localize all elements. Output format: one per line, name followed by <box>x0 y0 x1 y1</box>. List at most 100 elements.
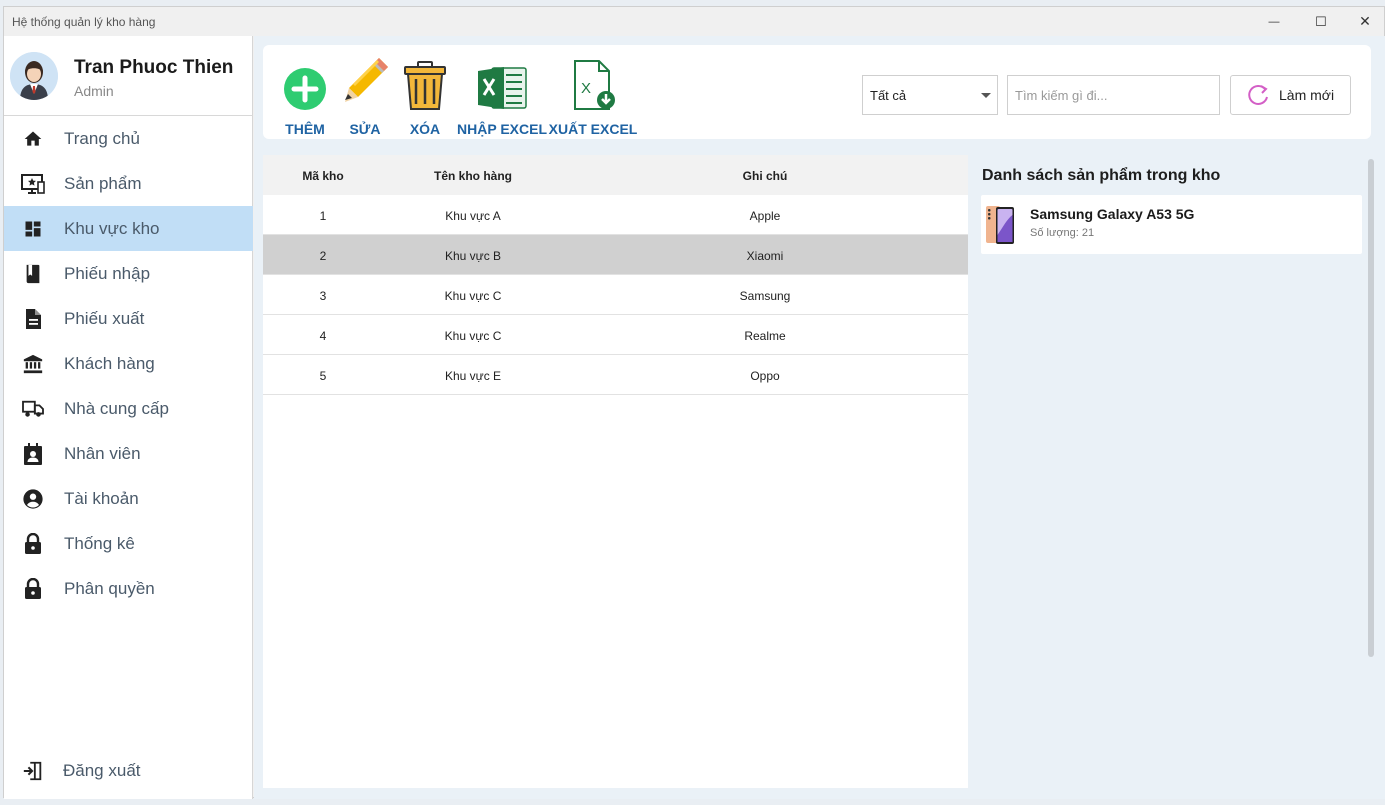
refresh-icon <box>1245 83 1271 107</box>
panel-scrollbar[interactable] <box>1368 159 1374 657</box>
sidebar-item-label: Nhân viên <box>64 443 141 463</box>
close-button[interactable]: ✕ <box>1343 7 1385 36</box>
chevron-down-icon <box>981 93 991 98</box>
title-bar: Hệ thống quản lý kho hàng — ☐ ✕ <box>4 7 1384 36</box>
sidebar-item-label: Trang chủ <box>64 128 140 148</box>
account-circle-icon <box>21 487 45 511</box>
cell-id: 2 <box>319 249 327 263</box>
cell-id: 4 <box>319 329 327 343</box>
filter-select[interactable]: Tất cả <box>862 75 998 115</box>
cell-name: Khu vực C <box>444 289 502 303</box>
sidebar-item-export-receipt[interactable]: Phiếu xuất <box>4 296 253 341</box>
delete-button[interactable]: XÓA <box>403 55 447 137</box>
truck-icon <box>21 397 45 421</box>
sidebar-item-label: Khách hàng <box>64 353 155 373</box>
delete-label: XÓA <box>409 121 441 137</box>
window-title: Hệ thống quản lý kho hàng <box>12 15 156 29</box>
column-header-id[interactable]: Mã kho <box>302 169 343 183</box>
column-header-name[interactable]: Tên kho hàng <box>434 169 512 183</box>
cell-note: Xiaomi <box>746 249 784 263</box>
pencil-icon <box>339 55 391 111</box>
sidebar-item-label: Thống kê <box>64 533 135 553</box>
cell-note: Oppo <box>750 369 780 383</box>
search-input[interactable]: Tìm kiếm gì đi... <box>1007 75 1220 115</box>
sidebar-item-customers[interactable]: Khách hàng <box>4 341 253 386</box>
svg-text:X: X <box>581 80 591 97</box>
export-excel-label: XUẤT EXCEL <box>548 121 638 137</box>
table-row[interactable]: 5 Khu vực E Oppo <box>263 355 968 395</box>
sidebar-item-label: Khu vực kho <box>64 218 160 238</box>
product-name: Samsung Galaxy A53 5G <box>1030 206 1195 222</box>
table-row[interactable]: 4 Khu vực C Realme <box>263 315 968 355</box>
cell-note: Apple <box>749 209 781 223</box>
sidebar-item-statistics[interactable]: Thống kê <box>4 521 253 566</box>
sidebar-item-label: Tài khoản <box>64 488 139 508</box>
bank-icon <box>21 352 45 376</box>
filter-select-value: Tất cả <box>870 88 907 103</box>
excel-export-icon: X <box>569 55 617 111</box>
dashboard-icon <box>21 217 45 241</box>
cell-name: Khu vực B <box>444 249 502 263</box>
trash-icon <box>404 55 446 111</box>
product-monitor-icon <box>21 172 45 196</box>
sidebar-item-employees[interactable]: Nhân viên <box>4 431 253 476</box>
add-label: THÊM <box>285 121 325 137</box>
table-row-selected[interactable]: 2 Khu vực B Xiaomi <box>263 235 968 275</box>
minimize-button[interactable]: — <box>1252 7 1296 36</box>
main-content: THÊM SỬA XÓA NHẬP EXCEL X XUẤT EXCEL Tất… <box>254 36 1385 799</box>
import-excel-button[interactable]: NHẬP EXCEL <box>457 55 547 137</box>
search-placeholder: Tìm kiếm gì đi... <box>1015 88 1108 103</box>
product-quantity: Số lượng: 21 <box>1030 227 1095 239</box>
sidebar: Tran Phuoc Thien Admin Trang chủ Sản phẩ… <box>4 36 253 799</box>
logout-label: Đăng xuất <box>63 760 141 780</box>
close-icon: ✕ <box>1359 13 1371 29</box>
table-header: Mã kho Tên kho hàng Ghi chú <box>263 155 968 195</box>
import-excel-label: NHẬP EXCEL <box>457 121 547 137</box>
logout-icon <box>21 759 45 783</box>
toolbar: THÊM SỬA XÓA NHẬP EXCEL X XUẤT EXCEL Tất… <box>263 45 1371 139</box>
user-role: Admin <box>74 83 114 99</box>
sidebar-item-accounts[interactable]: Tài khoản <box>4 476 253 521</box>
sidebar-item-label: Sản phẩm <box>64 173 142 193</box>
logout-button[interactable]: Đăng xuất <box>4 748 253 793</box>
sidebar-item-import-receipt[interactable]: Phiếu nhập <box>4 251 253 296</box>
lock-icon <box>21 532 45 556</box>
cell-name: Khu vực E <box>444 369 502 383</box>
cell-id: 5 <box>319 369 327 383</box>
export-excel-button[interactable]: X XUẤT EXCEL <box>549 55 637 137</box>
book-icon <box>21 262 45 286</box>
edit-label: SỬA <box>349 121 381 137</box>
sidebar-item-warehouse-area[interactable]: Khu vực kho <box>4 206 253 251</box>
cell-name: Khu vực C <box>444 329 502 343</box>
user-name: Tran Phuoc Thien <box>74 57 234 78</box>
sidebar-item-suppliers[interactable]: Nhà cung cấp <box>4 386 253 431</box>
maximize-icon: ☐ <box>1315 13 1327 29</box>
product-list-item[interactable]: Samsung Galaxy A53 5G Số lượng: 21 <box>981 195 1362 254</box>
table-row[interactable]: 1 Khu vực A Apple <box>263 195 968 235</box>
sidebar-item-label: Phiếu xuất <box>64 308 145 328</box>
sidebar-item-permissions[interactable]: Phân quyền <box>4 566 253 611</box>
cell-note: Realme <box>744 329 786 343</box>
lock-icon <box>21 577 45 601</box>
column-header-note[interactable]: Ghi chú <box>743 169 788 183</box>
refresh-label: Làm mới <box>1279 87 1335 103</box>
edit-button[interactable]: SỬA <box>341 55 389 137</box>
minimize-icon: — <box>1268 15 1280 28</box>
table-row[interactable]: 3 Khu vực C Samsung <box>263 275 968 315</box>
cell-name: Khu vực A <box>445 209 501 223</box>
refresh-button[interactable]: Làm mới <box>1230 75 1351 115</box>
document-icon <box>21 307 45 331</box>
sidebar-item-home[interactable]: Trang chủ <box>4 116 253 161</box>
panel-title: Danh sách sản phẩm trong kho <box>982 167 1221 184</box>
sidebar-item-label: Nhà cung cấp <box>64 398 169 418</box>
user-profile: Tran Phuoc Thien Admin <box>4 36 253 116</box>
sidebar-item-products[interactable]: Sản phẩm <box>4 161 253 206</box>
maximize-button[interactable]: ☐ <box>1299 7 1343 36</box>
avatar <box>10 52 58 100</box>
cell-id: 1 <box>319 209 327 223</box>
sidebar-item-label: Phiếu nhập <box>64 263 151 283</box>
add-button[interactable]: THÊM <box>283 55 327 137</box>
app-window: Hệ thống quản lý kho hàng — ☐ ✕ Tran Phu… <box>3 6 1385 799</box>
cell-note: Samsung <box>739 289 791 303</box>
add-icon <box>283 55 327 111</box>
